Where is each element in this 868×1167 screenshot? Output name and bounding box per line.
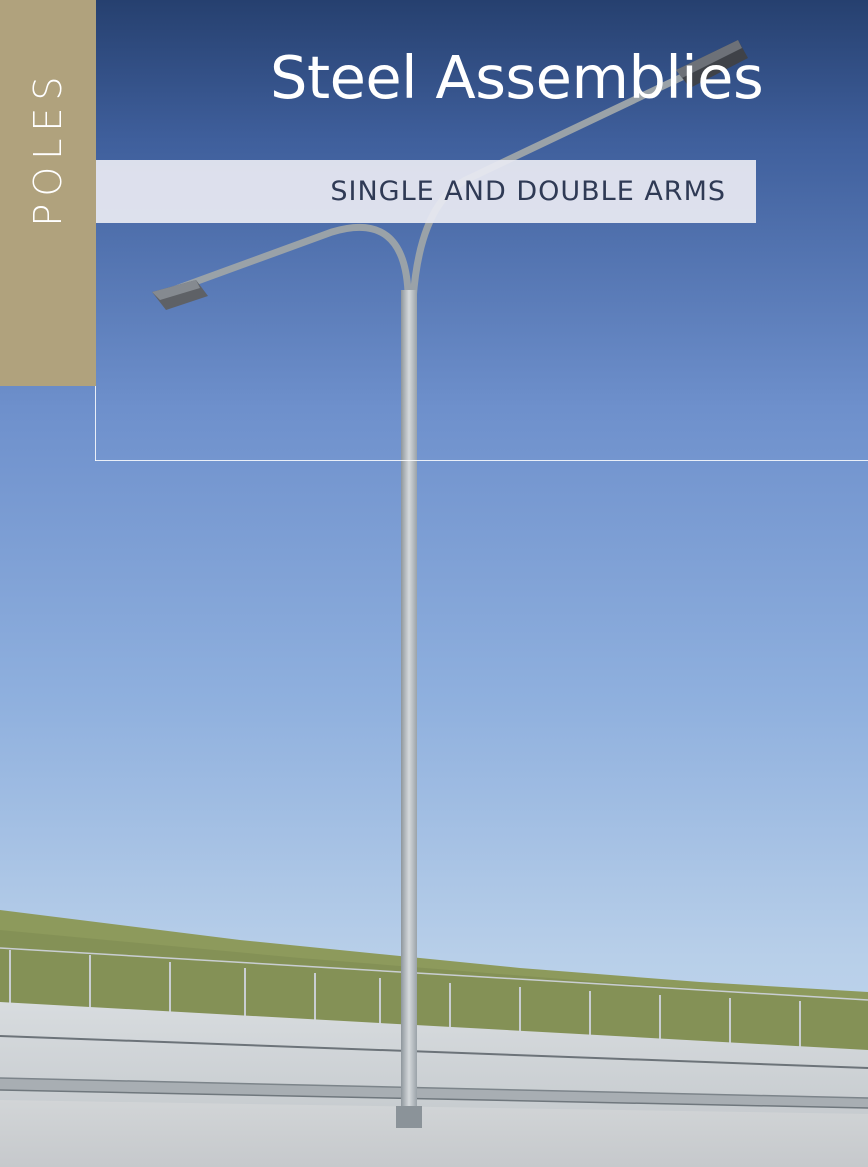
section-tab-label: POLES bbox=[26, 69, 70, 227]
frame-border-left bbox=[95, 386, 96, 461]
page-subtitle: SINGLE AND DOUBLE ARMS bbox=[330, 176, 726, 207]
subtitle-band: SINGLE AND DOUBLE ARMS bbox=[96, 160, 756, 223]
section-tab: POLES bbox=[0, 0, 96, 386]
page-title: Steel Assemblies bbox=[270, 43, 764, 112]
frame-border-bottom bbox=[95, 460, 868, 461]
brochure-page: POLES Steel Assemblies SINGLE AND DOUBLE… bbox=[0, 0, 868, 1167]
